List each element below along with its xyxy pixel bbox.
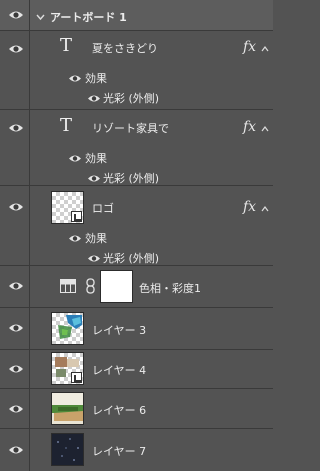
disclosure-triangle-icon[interactable] — [36, 11, 45, 21]
eye-icon[interactable] — [8, 44, 24, 54]
eye-icon[interactable] — [8, 364, 24, 374]
text-layer-icon: T — [60, 35, 73, 56]
layer-row-text-1[interactable]: T 夏をさきどり fx 効果 光彩 (外側) — [0, 31, 273, 110]
layer-name: リゾート家具で — [92, 122, 169, 135]
visibility-column — [0, 266, 30, 307]
layer-thumbnail — [51, 312, 84, 345]
smart-object-badge-icon — [71, 372, 82, 383]
visibility-column — [0, 350, 30, 388]
visibility-column — [0, 389, 30, 428]
eye-icon[interactable] — [68, 73, 82, 82]
eye-icon[interactable] — [87, 173, 101, 182]
effect-name: 光彩 (外側) — [103, 172, 160, 185]
chevron-up-icon[interactable] — [261, 122, 269, 132]
layer-row-layer-4[interactable]: レイヤー 4 — [0, 350, 273, 389]
effect-name: 光彩 (外側) — [103, 92, 160, 105]
eye-icon[interactable] — [68, 233, 82, 242]
eye-icon[interactable] — [8, 445, 24, 455]
fx-icon[interactable]: fx — [243, 119, 256, 135]
layer-row-layer-6[interactable]: レイヤー 6 — [0, 389, 273, 429]
layer-thumbnail — [51, 191, 84, 224]
eye-icon[interactable] — [8, 281, 24, 291]
layer-thumbnail — [51, 433, 84, 466]
visibility-column — [0, 0, 30, 30]
effects-label: 効果 — [85, 72, 107, 85]
layer-row-artboard[interactable]: アートボード 1 — [0, 0, 273, 31]
text-layer-icon: T — [60, 115, 73, 136]
layer-row-layer-3[interactable]: レイヤー 3 — [0, 308, 273, 350]
layer-name: レイヤー 3 — [92, 324, 147, 337]
layer-row-logo[interactable]: ロゴ fx 効果 光彩 (外側) — [0, 186, 273, 266]
chevron-up-icon[interactable] — [261, 42, 269, 52]
layers-panel: アートボード 1 T 夏をさきどり fx 効果 光彩 (外側) T リゾート家具… — [0, 0, 273, 471]
layer-thumbnail — [51, 392, 84, 425]
layer-name: 色相・彩度1 — [139, 282, 201, 295]
effect-name: 光彩 (外側) — [103, 252, 160, 265]
eye-icon[interactable] — [87, 93, 101, 102]
layer-mask-thumbnail[interactable] — [100, 270, 133, 303]
smart-object-badge-icon — [71, 211, 82, 222]
link-icon[interactable] — [86, 278, 95, 294]
chevron-up-icon[interactable] — [261, 202, 269, 212]
layer-name: レイヤー 7 — [92, 445, 147, 458]
visibility-column — [0, 110, 30, 185]
layer-name: レイヤー 6 — [92, 404, 147, 417]
effects-label: 効果 — [85, 152, 107, 165]
hue-saturation-icon — [60, 279, 76, 293]
visibility-column — [0, 308, 30, 349]
layer-row-adjustment[interactable]: 色相・彩度1 — [0, 266, 273, 308]
layer-name: アートボード 1 — [50, 11, 127, 24]
layer-row-text-2[interactable]: T リゾート家具で fx 効果 光彩 (外側) — [0, 110, 273, 186]
layer-name: ロゴ — [92, 202, 114, 215]
visibility-column — [0, 429, 30, 471]
layer-name: レイヤー 4 — [92, 364, 147, 377]
eye-icon[interactable] — [68, 153, 82, 162]
visibility-column — [0, 31, 30, 109]
eye-icon[interactable] — [8, 123, 24, 133]
fx-icon[interactable]: fx — [243, 39, 256, 55]
eye-icon[interactable] — [8, 202, 24, 212]
eye-icon[interactable] — [87, 253, 101, 262]
fx-icon[interactable]: fx — [243, 199, 256, 215]
effects-label: 効果 — [85, 232, 107, 245]
visibility-column — [0, 186, 30, 265]
eye-icon[interactable] — [8, 323, 24, 333]
layer-name: 夏をさきどり — [92, 42, 158, 55]
layer-thumbnail — [51, 352, 84, 385]
eye-icon[interactable] — [8, 404, 24, 414]
eye-icon[interactable] — [8, 10, 24, 20]
layer-row-layer-7[interactable]: レイヤー 7 — [0, 429, 273, 471]
